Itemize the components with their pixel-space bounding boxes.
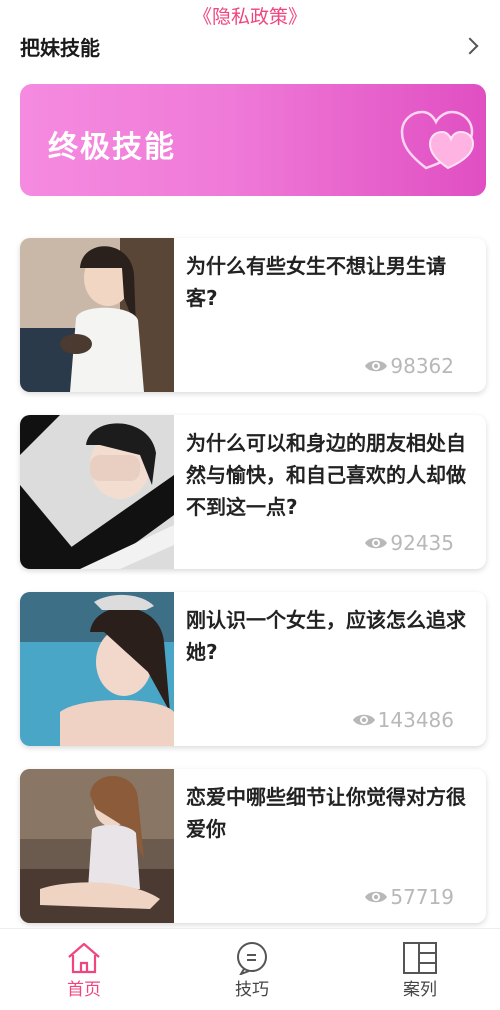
article-thumbnail [20,238,174,392]
article-card[interactable]: 恋爱中哪些细节让你觉得对方很爱你 57719 [20,769,486,923]
article-title: 刚认识一个女生，应该怎么追求她? [186,608,466,664]
privacy-policy-link[interactable]: 《隐私政策》 [0,4,500,30]
eye-icon [365,537,388,549]
home-icon [68,942,100,974]
article-card[interactable]: 刚认识一个女生，应该怎么追求她? 143486 [20,592,486,746]
eye-icon [352,714,375,726]
article-thumbnail [20,769,174,923]
bottom-tab-bar: 首页 技巧 案列 [0,928,500,1010]
tab-cases[interactable]: 案列 [370,929,470,1010]
view-count-value: 92435 [390,531,454,555]
tab-cases-label: 案列 [403,980,437,1000]
eye-icon [365,360,388,372]
article-thumbnail [20,415,174,569]
article-title: 为什么可以和身边的朋友相处自然与愉快，和自己喜欢的人却做不到这一点? [186,431,466,519]
layout-icon [403,942,437,974]
view-count: 98362 [364,354,454,378]
tab-skills-label: 技巧 [235,980,269,1000]
article-card[interactable]: 为什么可以和身边的朋友相处自然与愉快，和自己喜欢的人却做不到这一点? 92435 [20,415,486,569]
article-thumbnail [20,592,174,746]
chat-icon [237,942,267,975]
eye-icon [365,891,388,903]
article-title: 恋爱中哪些细节让你觉得对方很爱你 [186,785,466,841]
banner-title: 终极技能 [48,130,176,165]
section-header[interactable]: 把妹技能 [20,33,480,63]
view-count: 92435 [364,531,454,555]
tab-skills[interactable]: 技巧 [202,929,302,1010]
view-count-value: 98362 [390,354,454,378]
view-count: 143486 [352,708,454,732]
section-title: 把妹技能 [20,36,100,60]
tab-home-label: 首页 [67,980,101,1000]
hearts-icon [400,110,475,170]
view-count-value: 57719 [390,885,454,909]
skills-banner[interactable]: 终极技能 [20,84,486,196]
view-count: 57719 [364,885,454,909]
view-count-value: 143486 [377,708,454,732]
tab-home[interactable]: 首页 [34,929,134,1010]
article-card[interactable]: 为什么有些女生不想让男生请客? 98362 [20,238,486,392]
chevron-right-icon[interactable] [461,37,479,55]
article-title: 为什么有些女生不想让男生请客? [186,254,446,310]
